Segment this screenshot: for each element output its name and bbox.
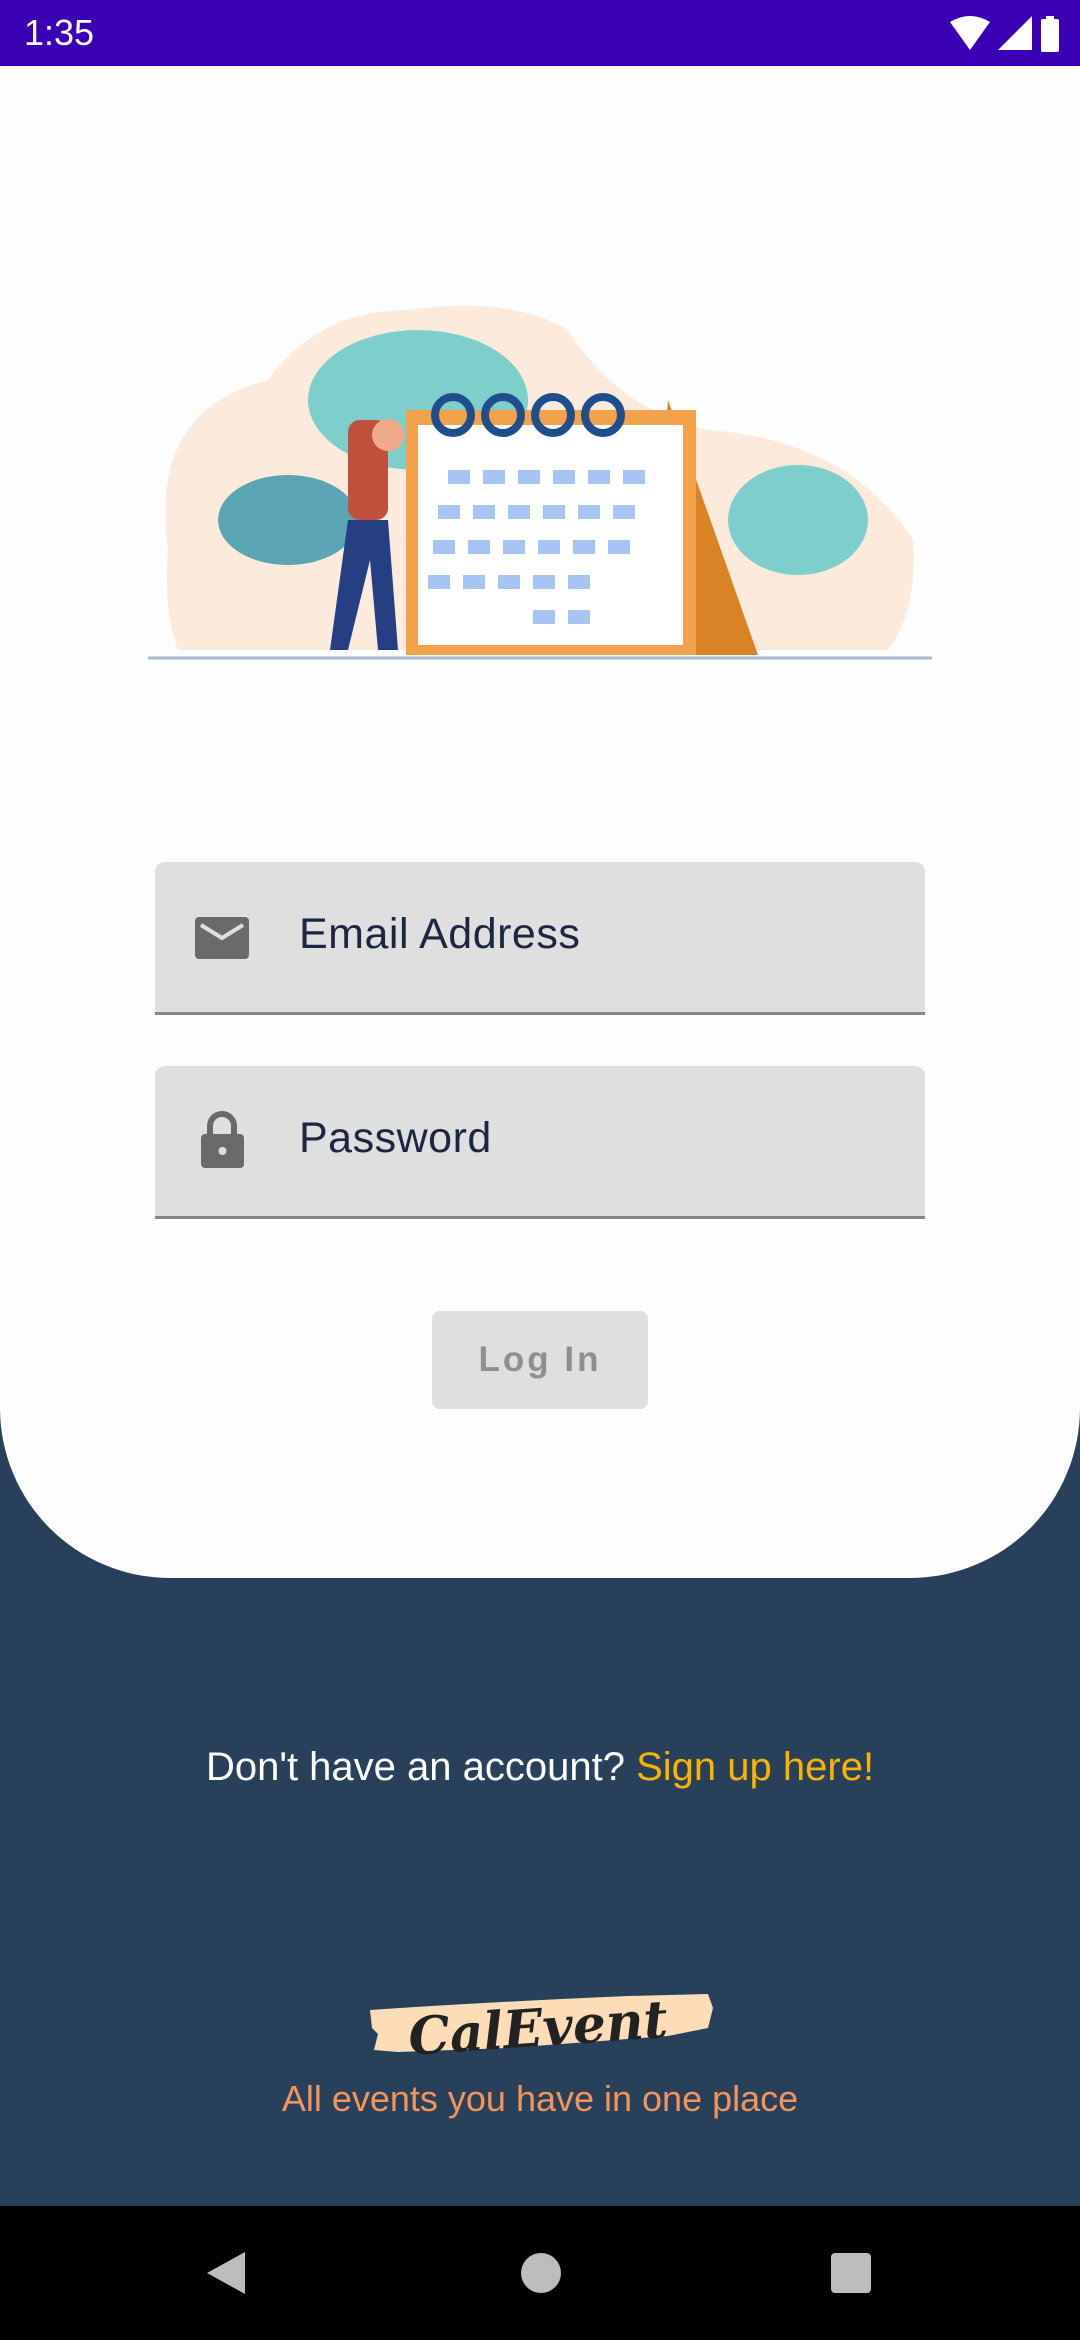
email-field[interactable]: Email Address: [155, 862, 925, 1015]
signup-text: Don't have an account?: [205, 1745, 625, 1789]
battery-icon: [1041, 16, 1059, 52]
login-button[interactable]: Log In: [432, 1311, 648, 1409]
password-field[interactable]: Password: [155, 1066, 925, 1219]
signup-prompt: Don't have an account? Sign up here!: [0, 1745, 1080, 1790]
email-icon: [195, 917, 249, 959]
calendar-illustration: [148, 305, 932, 660]
password-placeholder: Password: [299, 1114, 492, 1162]
signal-icon: [998, 16, 1032, 50]
back-icon[interactable]: [205, 2250, 247, 2296]
wifi-icon: [950, 16, 990, 50]
clock: 1:35: [24, 12, 95, 53]
lock-icon: [201, 1111, 244, 1168]
recents-icon[interactable]: [830, 2250, 872, 2296]
svg-text:CalEvent: CalEvent: [406, 1989, 669, 2066]
navigation-bar: [0, 2206, 1080, 2340]
signup-link[interactable]: Sign up here!: [636, 1745, 874, 1789]
home-icon[interactable]: [520, 2250, 562, 2296]
tagline: All events you have in one place: [281, 2078, 799, 2119]
email-placeholder: Email Address: [299, 910, 581, 958]
calevent-logo: CalEvent: [370, 1989, 713, 2066]
status-bar: 1:35: [0, 0, 1080, 66]
